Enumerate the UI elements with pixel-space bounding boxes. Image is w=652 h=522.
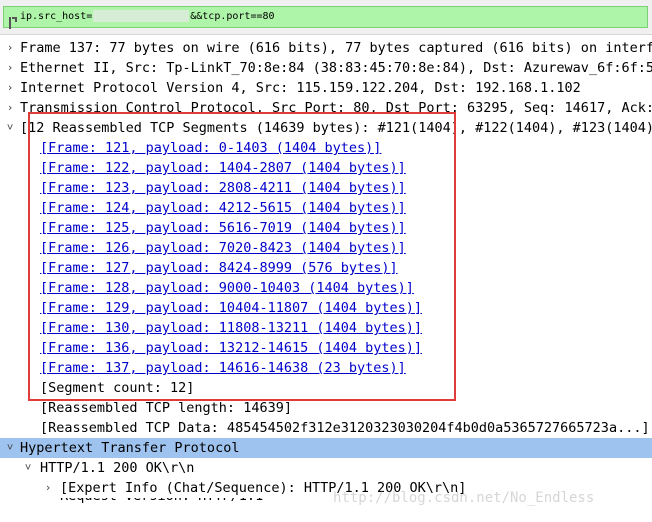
expand-arrow-icon[interactable]: › bbox=[4, 58, 16, 78]
filter-text-suffix: &&tcp.port==80 bbox=[190, 11, 275, 22]
tree-row-http-status[interactable]: ˅ HTTP/1.1 200 OK\r\n bbox=[0, 458, 652, 478]
segment-frame-link[interactable]: [Frame: 121, payload: 0-1403 (1404 bytes… bbox=[40, 138, 381, 158]
segment-row[interactable]: [Frame: 127, payload: 8424-8999 (576 byt… bbox=[0, 258, 652, 278]
segment-row[interactable]: [Frame: 136, payload: 13212-14615 (1404 … bbox=[0, 338, 652, 358]
segment-row[interactable]: [Frame: 121, payload: 0-1403 (1404 bytes… bbox=[0, 138, 652, 158]
segment-frame-link[interactable]: [Frame: 122, payload: 1404-2807 (1404 by… bbox=[40, 158, 406, 178]
segment-frame-link[interactable]: [Frame: 124, payload: 4212-5615 (1404 by… bbox=[40, 198, 406, 218]
reassembled-length: [Reassembled TCP length: 14639] bbox=[40, 400, 292, 416]
segment-frame-link[interactable]: [Frame: 126, payload: 7020-8423 (1404 by… bbox=[40, 238, 406, 258]
filter-text-prefix: ip.src_host= bbox=[20, 11, 93, 22]
tree-row-reassembled-length[interactable]: [Reassembled TCP length: 14639] bbox=[0, 398, 652, 418]
expand-arrow-icon[interactable]: › bbox=[4, 38, 16, 58]
redacted-host-blur bbox=[93, 10, 190, 22]
segment-frame-link[interactable]: [Frame: 136, payload: 13212-14615 (1404 … bbox=[40, 338, 422, 358]
tree-row-segment-count[interactable]: [Segment count: 12] bbox=[0, 378, 652, 398]
segment-row[interactable]: [Frame: 137, payload: 14616-14638 (23 by… bbox=[0, 358, 652, 378]
http-status-line: HTTP/1.1 200 OK\r\n bbox=[40, 460, 195, 476]
expand-arrow-icon[interactable]: › bbox=[4, 98, 16, 118]
watermark: http://blog.csdn.net/No_Endless bbox=[333, 490, 595, 506]
tcp-summary: Transmission Control Protocol, Src Port:… bbox=[20, 100, 652, 116]
segment-row[interactable]: [Frame: 129, payload: 10404-11807 (1404 … bbox=[0, 298, 652, 318]
segment-frame-link[interactable]: [Frame: 137, payload: 14616-14638 (23 by… bbox=[40, 358, 406, 378]
segment-frame-link[interactable]: [Frame: 123, payload: 2808-4211 (1404 by… bbox=[40, 178, 406, 198]
segment-row[interactable]: [Frame: 123, payload: 2808-4211 (1404 by… bbox=[0, 178, 652, 198]
segment-frame-link[interactable]: [Frame: 130, payload: 11808-13211 (1404 … bbox=[40, 318, 422, 338]
segment-frame-link[interactable]: [Frame: 125, payload: 5616-7019 (1404 by… bbox=[40, 218, 406, 238]
segment-frame-link[interactable]: [Frame: 129, payload: 10404-11807 (1404 … bbox=[40, 298, 422, 318]
display-filter-input[interactable]: ip.src_host= &&tcp.port==80 bbox=[3, 6, 648, 29]
expand-arrow-icon[interactable]: › bbox=[42, 478, 54, 498]
reassembled-data: [Reassembled TCP Data: 485454502f312e312… bbox=[40, 420, 650, 436]
display-filter-bar: ip.src_host= &&tcp.port==80 bbox=[0, 0, 652, 35]
segment-row[interactable]: [Frame: 128, payload: 9000-10403 (1404 b… bbox=[0, 278, 652, 298]
segment-frame-link[interactable]: [Frame: 127, payload: 8424-8999 (576 byt… bbox=[40, 258, 398, 278]
segment-frame-link[interactable]: [Frame: 128, payload: 9000-10403 (1404 b… bbox=[40, 278, 414, 298]
tree-row-frame[interactable]: › Frame 137: 77 bytes on wire (616 bits)… bbox=[0, 38, 652, 58]
reassembled-segments-summary: [12 Reassembled TCP Segments (14639 byte… bbox=[20, 120, 652, 136]
http-summary: Hypertext Transfer Protocol bbox=[20, 440, 240, 456]
tree-row-tcp[interactable]: › Transmission Control Protocol, Src Por… bbox=[0, 98, 652, 118]
expand-arrow-icon[interactable]: › bbox=[4, 78, 16, 98]
tree-row-http[interactable]: ˅ Hypertext Transfer Protocol bbox=[0, 438, 652, 458]
bookmark-filter-icon[interactable] bbox=[9, 17, 18, 29]
segment-row[interactable]: [Frame: 126, payload: 7020-8423 (1404 by… bbox=[0, 238, 652, 258]
collapse-arrow-icon[interactable]: ˅ bbox=[22, 458, 34, 478]
request-version: Request Version: HTTP/1.1 bbox=[60, 498, 263, 506]
collapse-arrow-icon[interactable]: ˅ bbox=[4, 438, 16, 458]
collapse-arrow-icon[interactable]: ˅ bbox=[4, 118, 16, 138]
segment-count: [Segment count: 12] bbox=[40, 380, 195, 396]
segment-row[interactable]: [Frame: 122, payload: 1404-2807 (1404 by… bbox=[0, 158, 652, 178]
segment-row[interactable]: [Frame: 125, payload: 5616-7019 (1404 by… bbox=[0, 218, 652, 238]
segment-row[interactable]: [Frame: 124, payload: 4212-5615 (1404 by… bbox=[0, 198, 652, 218]
frame-summary: Frame 137: 77 bytes on wire (616 bits), … bbox=[20, 40, 652, 56]
ethernet-summary: Ethernet II, Src: Tp-LinkT_70:8e:84 (38:… bbox=[20, 60, 652, 76]
segment-row[interactable]: [Frame: 130, payload: 11808-13211 (1404 … bbox=[0, 318, 652, 338]
tree-row-reassembled-data[interactable]: [Reassembled TCP Data: 485454502f312e312… bbox=[0, 418, 652, 438]
tree-row-ethernet[interactable]: › Ethernet II, Src: Tp-LinkT_70:8e:84 (3… bbox=[0, 58, 652, 78]
tree-row-ip[interactable]: › Internet Protocol Version 4, Src: 115.… bbox=[0, 78, 652, 98]
tree-row-reassembled-segments[interactable]: ˅ [12 Reassembled TCP Segments (14639 by… bbox=[0, 118, 652, 138]
ip-summary: Internet Protocol Version 4, Src: 115.15… bbox=[20, 80, 581, 96]
